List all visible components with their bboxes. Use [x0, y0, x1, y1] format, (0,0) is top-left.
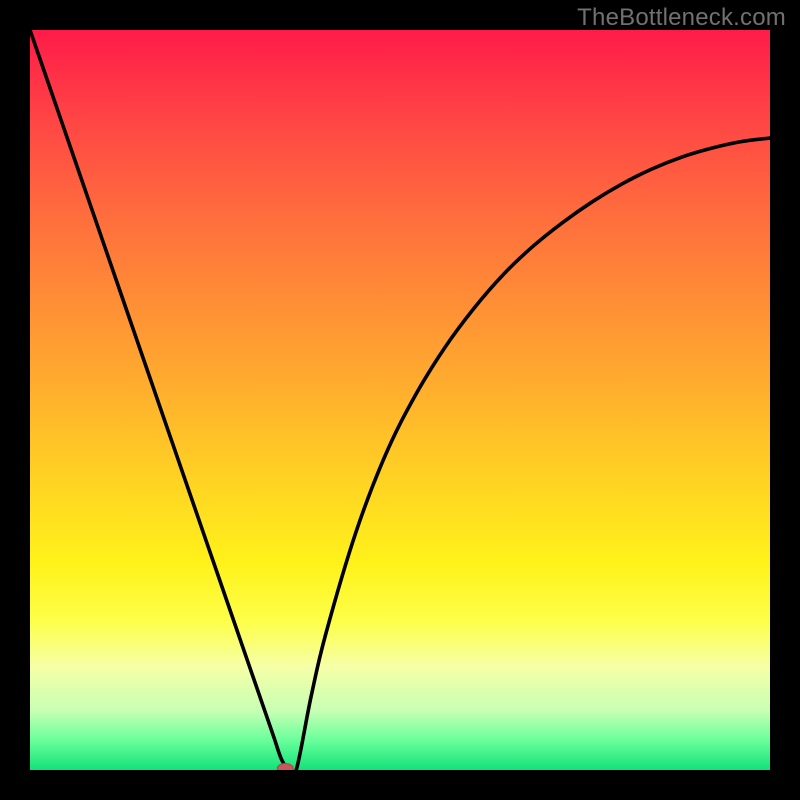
series-line	[30, 30, 770, 770]
chart-frame: TheBottleneck.com	[0, 0, 800, 800]
watermark-text: TheBottleneck.com	[577, 4, 786, 32]
chart-svg	[30, 30, 770, 770]
plot-area	[30, 30, 770, 770]
marker-group	[277, 764, 293, 770]
